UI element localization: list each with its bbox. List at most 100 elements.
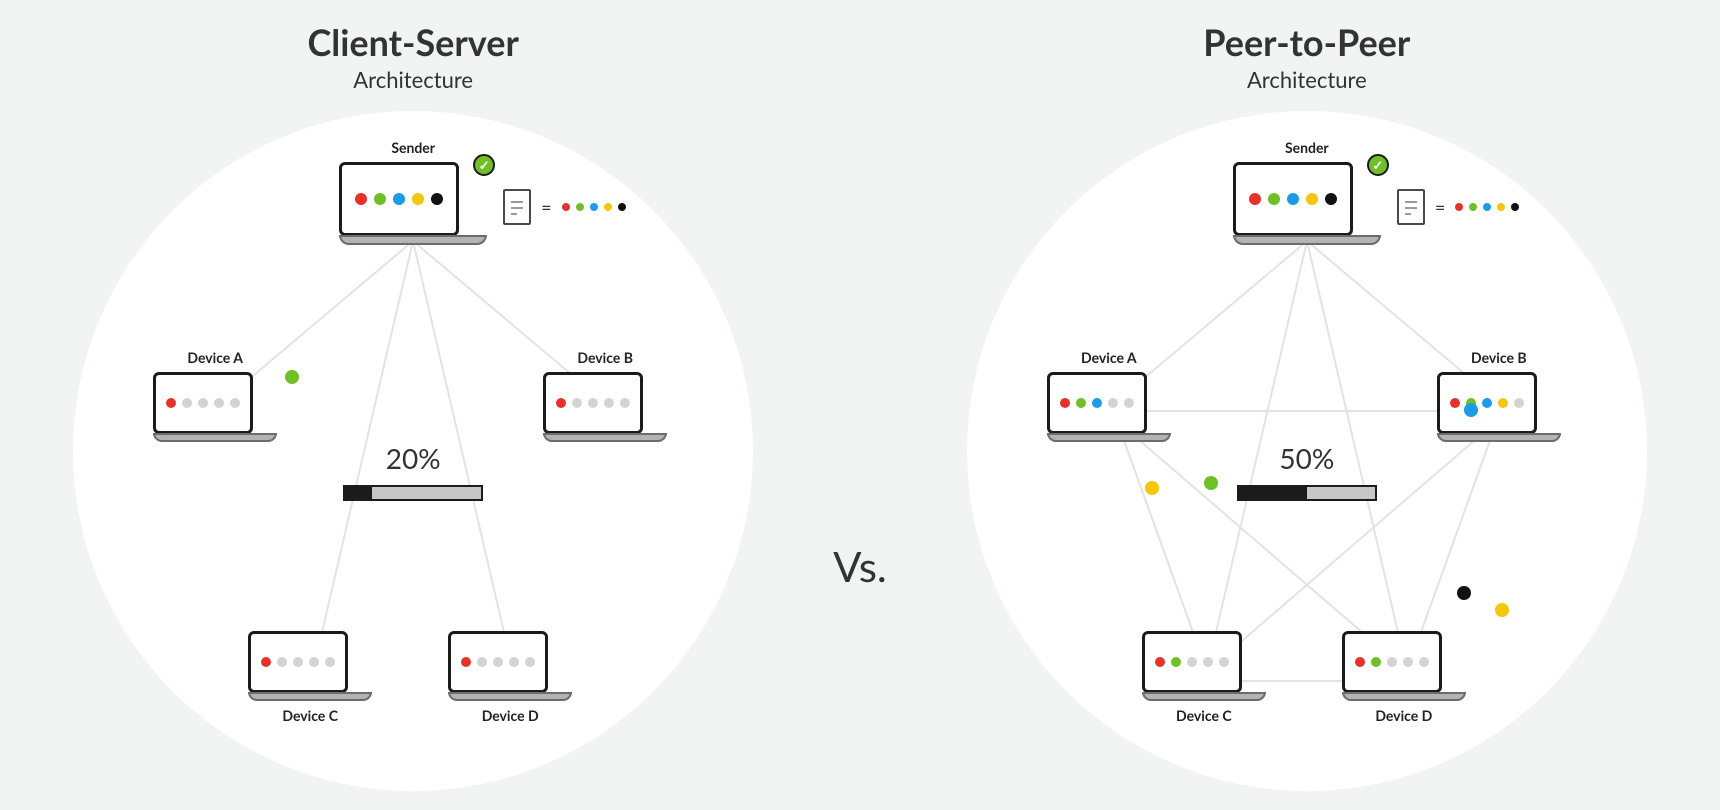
red-dot-icon xyxy=(261,657,271,667)
device-b-node: Device B xyxy=(1437,349,1561,442)
red-dot-icon xyxy=(1455,203,1463,211)
grey-dot-icon xyxy=(1203,657,1213,667)
device-label: Device B xyxy=(1471,349,1527,366)
blue-dot-icon xyxy=(590,203,598,211)
architecture-comparison-diagram: Client-Server Architecture Sender ✓ xyxy=(0,0,1720,791)
device-label: Device C xyxy=(282,707,338,724)
green-dot-icon xyxy=(1268,193,1280,205)
device-c-node: Device C xyxy=(1142,631,1266,724)
progress-fill xyxy=(1239,487,1307,499)
yellow-dot-icon xyxy=(1306,193,1318,205)
device-c-node: Device C xyxy=(248,631,372,724)
device-label: Device C xyxy=(1176,707,1232,724)
red-dot-icon xyxy=(461,657,471,667)
checkmark-icon: ✓ xyxy=(1367,154,1389,176)
laptop-icon xyxy=(1047,372,1171,442)
panel-title: Client-Server xyxy=(307,20,518,64)
equals-sign: = xyxy=(541,196,551,218)
grey-dot-icon xyxy=(588,398,598,408)
device-a-node: Device A xyxy=(153,349,277,442)
grey-dot-icon xyxy=(325,657,335,667)
packet-yellow-icon xyxy=(1495,603,1509,617)
grey-dot-icon xyxy=(309,657,319,667)
panel-title: Peer-to-Peer xyxy=(1203,20,1410,64)
blue-dot-icon xyxy=(1482,398,1492,408)
device-label: Device A xyxy=(187,349,243,366)
panel-subtitle: Architecture xyxy=(353,66,473,93)
black-dot-icon xyxy=(1325,193,1337,205)
grey-dot-icon xyxy=(1108,398,1118,408)
grey-dot-icon xyxy=(198,398,208,408)
green-dot-icon xyxy=(1371,657,1381,667)
red-dot-icon xyxy=(1355,657,1365,667)
grey-dot-icon xyxy=(509,657,519,667)
grey-dot-icon xyxy=(1403,657,1413,667)
progress-text: 20% xyxy=(386,441,441,475)
grey-dot-icon xyxy=(620,398,630,408)
green-dot-icon xyxy=(576,203,584,211)
packet-green-icon xyxy=(1204,476,1218,490)
packet-black-icon xyxy=(1457,586,1471,600)
sender-node: Sender ✓ xyxy=(1233,139,1381,245)
red-dot-icon xyxy=(1155,657,1165,667)
packet-yellow-icon xyxy=(1145,481,1159,495)
grey-dot-icon xyxy=(182,398,192,408)
grey-dot-icon xyxy=(230,398,240,408)
black-dot-icon xyxy=(431,193,443,205)
laptop-icon xyxy=(448,631,572,701)
green-dot-icon xyxy=(1171,657,1181,667)
client-server-stage: Sender ✓ = Device A xyxy=(73,111,753,791)
peer-to-peer-stage: Sender ✓ = Device A xyxy=(967,111,1647,791)
grey-dot-icon xyxy=(1219,657,1229,667)
laptop-icon xyxy=(543,372,667,442)
black-dot-icon xyxy=(618,203,626,211)
grey-dot-icon xyxy=(214,398,224,408)
legend-dots xyxy=(562,203,626,211)
red-dot-icon xyxy=(1450,398,1460,408)
document-icon xyxy=(1397,189,1425,225)
device-d-node: Device D xyxy=(448,631,572,724)
device-a-node: Device A xyxy=(1047,349,1171,442)
progress-text: 50% xyxy=(1279,441,1334,475)
laptop-icon xyxy=(1342,631,1466,701)
checkmark-icon: ✓ xyxy=(473,154,495,176)
device-label: Device D xyxy=(1375,707,1432,724)
panel-subtitle: Architecture xyxy=(1247,66,1367,93)
laptop-icon xyxy=(248,631,372,701)
file-key-legend: = xyxy=(503,189,625,225)
yellow-dot-icon xyxy=(1498,398,1508,408)
grey-dot-icon xyxy=(277,657,287,667)
blue-dot-icon xyxy=(393,193,405,205)
laptop-icon: ✓ xyxy=(339,162,487,245)
grey-dot-icon xyxy=(293,657,303,667)
device-d-node: Device D xyxy=(1342,631,1466,724)
blue-dot-icon xyxy=(1287,193,1299,205)
black-dot-icon xyxy=(1511,203,1519,211)
progress-bar xyxy=(343,485,483,501)
equals-sign: = xyxy=(1435,196,1445,218)
progress-fill xyxy=(345,487,372,499)
device-label: Device D xyxy=(482,707,539,724)
red-dot-icon xyxy=(166,398,176,408)
red-dot-icon xyxy=(556,398,566,408)
grey-dot-icon xyxy=(1514,398,1524,408)
red-dot-icon xyxy=(1060,398,1070,408)
device-label: Device B xyxy=(577,349,633,366)
device-b-node: Device B xyxy=(543,349,667,442)
green-dot-icon xyxy=(1469,203,1477,211)
yellow-dot-icon xyxy=(412,193,424,205)
grey-dot-icon xyxy=(1124,398,1134,408)
laptop-icon xyxy=(1142,631,1266,701)
progress-indicator: 50% xyxy=(1237,441,1377,501)
green-dot-icon xyxy=(1076,398,1086,408)
grey-dot-icon xyxy=(1387,657,1397,667)
green-dot-icon xyxy=(374,193,386,205)
blue-dot-icon xyxy=(1092,398,1102,408)
yellow-dot-icon xyxy=(1497,203,1505,211)
document-icon xyxy=(503,189,531,225)
laptop-icon xyxy=(1437,372,1561,442)
sender-label: Sender xyxy=(391,139,435,156)
grey-dot-icon xyxy=(1187,657,1197,667)
red-dot-icon xyxy=(355,193,367,205)
grey-dot-icon xyxy=(572,398,582,408)
